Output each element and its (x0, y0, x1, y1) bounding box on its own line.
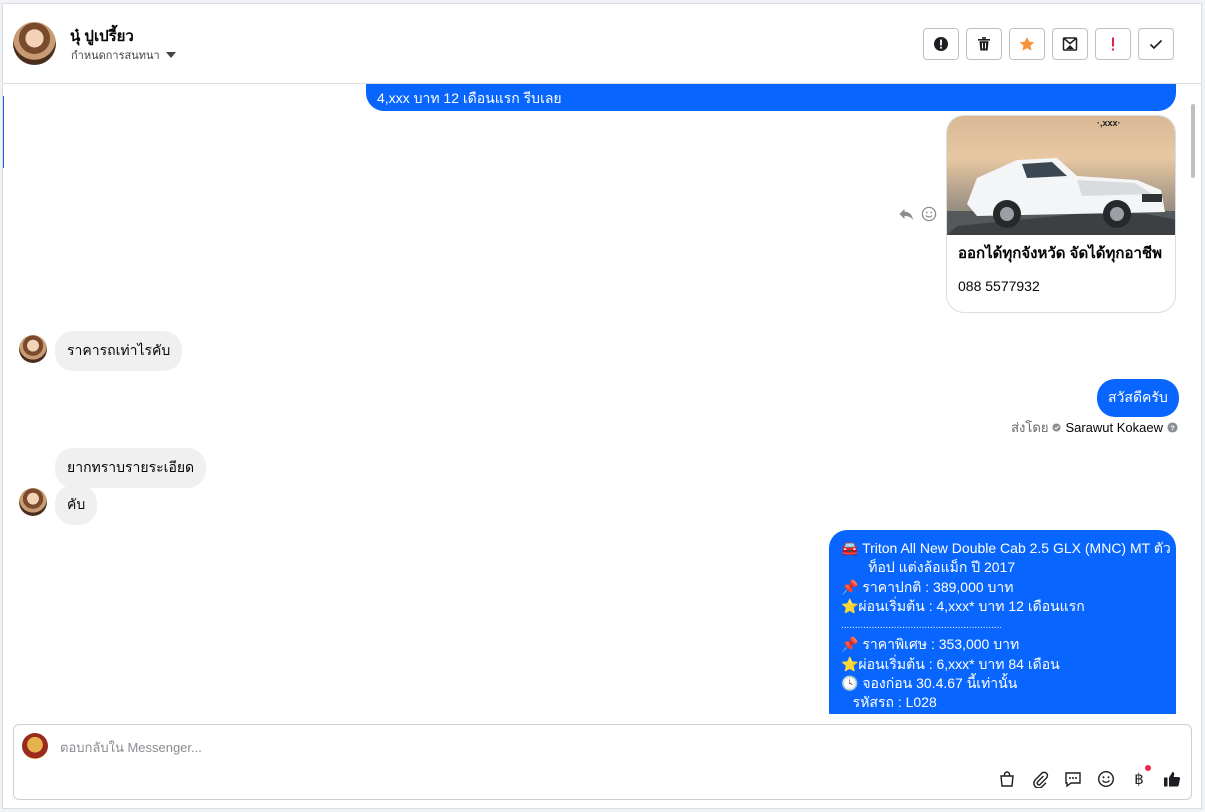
card-image: ·,xxx· (947, 116, 1175, 235)
check-icon (1149, 39, 1163, 50)
chevron-down-icon (165, 52, 176, 58)
message-line: 🚘 Triton All New Double Cab 2.5 GLX (MNC… (841, 540, 1171, 556)
report-button[interactable] (923, 28, 959, 60)
page-avatar (22, 733, 48, 759)
alert-circle-icon (934, 37, 948, 51)
thread-scrollbar[interactable] (1187, 84, 1201, 714)
exclamation-icon (1112, 37, 1114, 51)
conversation-actions (923, 28, 1174, 60)
card-phone[interactable]: 088 5577932 (958, 278, 1040, 294)
emoji-icon[interactable] (1096, 769, 1115, 788)
mark-done-button[interactable] (1138, 28, 1174, 60)
conversation-header: นุ๋ ปูเปรี้ยว กำหนดการสนทนา (3, 4, 1201, 84)
message-thread[interactable]: 4,xxx บาท 12 เดือนแรก รีบเลย ·,xxx· ออกไ… (3, 84, 1189, 714)
message-line: 🕓 จองก่อน 30.4.67 นี้เท่านั้น (841, 675, 1018, 692)
message-incoming[interactable]: ยากทราบรายระเอียด (55, 448, 207, 488)
react-emoji-icon[interactable] (921, 206, 937, 222)
notification-dot (1145, 765, 1151, 771)
card-title: ออกได้ทุกจังหวัด จัดได้ทุกอาชีพ (958, 245, 1162, 262)
thumbs-up-icon[interactable] (1162, 769, 1181, 788)
conversation-panel: นุ๋ ปูเปรี้ยว กำหนดการสนทนา 4,xxx บาท 12… (2, 3, 1202, 809)
message-incoming[interactable]: ราคารถเท่าไรคับ (55, 331, 183, 371)
svg-text:·,xxx·: ·,xxx· (1097, 118, 1121, 128)
contact-avatar[interactable] (13, 22, 56, 65)
selection-indicator (3, 96, 4, 168)
conversation-status-dropdown[interactable]: กำหนดการสนทนา (71, 46, 176, 64)
trash-icon (978, 37, 990, 51)
message-outgoing-long[interactable]: 🚘 Triton All New Double Cab 2.5 GLX (MNC… (829, 530, 1176, 714)
star-button[interactable] (1009, 28, 1045, 60)
archive-button[interactable] (1052, 28, 1088, 60)
contact-name[interactable]: นุ๋ ปูเปรี้ยว (70, 24, 134, 48)
message-incoming[interactable]: คับ (55, 485, 98, 525)
saved-reply-icon[interactable] (1063, 769, 1082, 788)
help-icon[interactable]: ? (1167, 422, 1178, 433)
delete-button[interactable] (966, 28, 1002, 60)
contact-avatar-small (19, 488, 47, 516)
contact-avatar-small (19, 335, 47, 363)
conversation-status-label: กำหนดการสนทนา (71, 50, 160, 62)
reply-composer: ฿ (13, 724, 1192, 800)
composer-tools: ฿ (997, 765, 1181, 788)
reply-icon[interactable] (898, 206, 915, 222)
star-icon (1019, 37, 1035, 51)
mail-x-icon (1062, 37, 1078, 51)
paperclip-icon[interactable] (1030, 769, 1049, 788)
shopping-bag-icon[interactable] (997, 769, 1016, 788)
reply-input[interactable] (58, 739, 962, 756)
message-card-outgoing[interactable]: ·,xxx· ออกได้ทุกจังหวัด จัดได้ทุกอาชีพ 0… (946, 115, 1176, 313)
message-line: ท็อป แต่งล้อแม็ก ปี 2017 (841, 559, 1016, 576)
flag-important-button[interactable] (1095, 28, 1131, 60)
pickup-truck-image: ·,xxx· (947, 118, 1175, 235)
message-line: 📌 ราคาปกติ : 389,000 บาท (841, 578, 1014, 595)
message-outgoing[interactable]: 4,xxx บาท 12 เดือนแรก รีบเลย (366, 84, 1176, 111)
message-line: ........................................… (841, 620, 1001, 632)
message-line: ⭐ผ่อนเริ่มต้น : 6,xxx* บาท 84 เดือน (841, 655, 1060, 672)
svg-text:฿: ฿ (1134, 771, 1144, 788)
sent-by-info: ส่งโดย Sarawut Kokaew ? (1011, 417, 1178, 438)
message-line: รหัสรถ : L028 (841, 694, 937, 711)
message-outgoing[interactable]: สวัสดีครับ (1097, 379, 1179, 417)
scrollbar-thumb[interactable] (1191, 104, 1195, 178)
verified-icon (1052, 423, 1061, 432)
svg-text:?: ? (1170, 423, 1175, 432)
message-line: 📌 ราคาพิเศษ : 353,000 บาท (841, 636, 1020, 653)
sent-by-label: ส่งโดย (1011, 420, 1049, 435)
message-line: ⭐ผ่อนเริ่มต้น : 4,xxx* บาท 12 เดือนแรก (841, 597, 1085, 614)
sent-by-name[interactable]: Sarawut Kokaew (1065, 420, 1163, 435)
baht-payment-icon[interactable]: ฿ (1129, 765, 1151, 788)
message-actions (898, 206, 937, 222)
